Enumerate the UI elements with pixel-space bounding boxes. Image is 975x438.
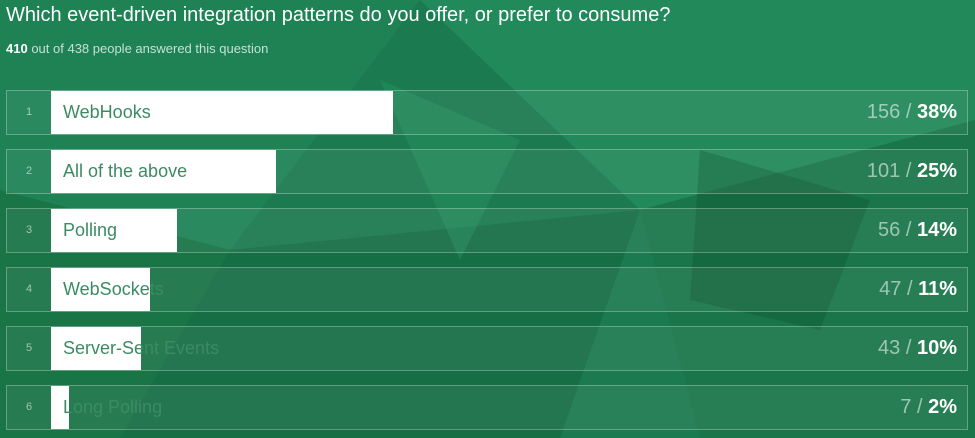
option-label: Server-Sent Events <box>63 338 220 358</box>
vote-count: 43 <box>878 337 901 359</box>
result-row: 3 Polling 56 / 14% <box>6 208 968 253</box>
response-count-text: out of 438 people answered this question <box>31 41 269 56</box>
result-row: 1 WebHooks 156 / 38% <box>6 90 968 135</box>
vote-count: 47 <box>879 278 902 300</box>
result-stat: 43 / 10% <box>878 327 957 370</box>
result-stat: 101 / 25% <box>867 150 957 193</box>
stat-separator: / <box>911 396 929 418</box>
vote-percent: 14% <box>916 219 957 241</box>
stat-separator: / <box>900 101 917 123</box>
vote-count: 101 <box>866 160 901 182</box>
result-stat: 47 / 11% <box>879 268 957 311</box>
answered-count: 410 <box>6 41 28 56</box>
vote-percent: 11% <box>918 278 957 300</box>
vote-count: 156 <box>866 101 901 123</box>
vote-percent: 10% <box>916 337 957 359</box>
stat-separator: / <box>900 160 917 182</box>
option-label: Long Polling <box>63 397 163 417</box>
rank-number: 6 <box>25 401 33 413</box>
rank-number: 4 <box>25 283 33 295</box>
response-count: 410 out of 438 people answered this ques… <box>6 41 268 56</box>
rank-number: 1 <box>25 106 33 118</box>
vote-percent: 25% <box>916 160 957 182</box>
rank-number: 5 <box>25 342 33 354</box>
stat-separator: / <box>900 337 917 359</box>
vote-count: 56 <box>878 219 901 241</box>
result-row: 5 Server-Sent Events 43 / 10% <box>6 326 968 371</box>
result-stat: 56 / 14% <box>878 209 957 252</box>
vote-count: 7 <box>900 396 912 418</box>
vote-percent: 2% <box>928 396 957 418</box>
result-row: 4 WebSockets 47 / 11% <box>6 267 968 312</box>
vote-percent: 38% <box>916 101 957 123</box>
option-label: Polling <box>63 220 118 240</box>
option-label: WebSockets <box>63 279 164 299</box>
stat-separator: / <box>901 278 919 300</box>
stat-separator: / <box>900 219 917 241</box>
option-label: WebHooks <box>63 102 151 122</box>
question-title: Which event-driven integration patterns … <box>6 4 671 26</box>
option-label: All of the above <box>63 161 188 181</box>
rank-number: 3 <box>25 224 33 236</box>
rank-number: 2 <box>25 165 33 177</box>
result-stat: 7 / 2% <box>900 386 957 429</box>
result-stat: 156 / 38% <box>867 91 957 134</box>
result-row: 2 All of the above 101 / 25% <box>6 149 968 194</box>
result-row: 6 Long Polling 7 / 2% <box>6 385 968 430</box>
